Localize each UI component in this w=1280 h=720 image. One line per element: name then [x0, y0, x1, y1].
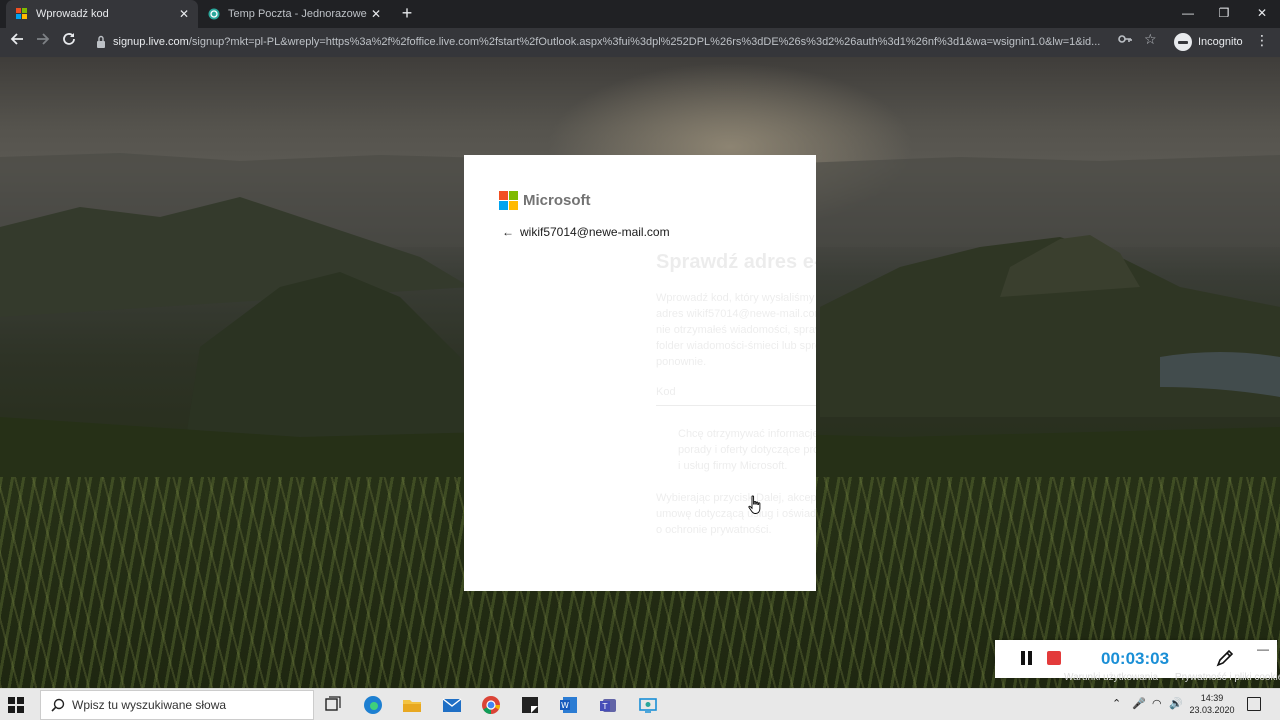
sticky-notes-icon[interactable] — [518, 693, 542, 717]
edge-icon[interactable] — [361, 693, 385, 717]
pause-button[interactable] — [1021, 651, 1033, 665]
lock-icon — [97, 35, 105, 48]
arrow-right-icon — [37, 33, 50, 45]
windows-start-icon[interactable] — [8, 697, 24, 713]
bookmark-star-icon[interactable]: ☆ — [1144, 31, 1157, 48]
task-view-icon[interactable] — [321, 693, 345, 717]
pen-icon[interactable] — [1215, 648, 1235, 668]
sliding-panel: Sprawdź adres e-mail Wprowadź kod, który… — [656, 251, 816, 538]
reload-button[interactable] — [58, 32, 80, 52]
search-icon — [51, 698, 65, 712]
panel-title: Sprawdź adres e-mail — [656, 251, 816, 273]
word-icon[interactable]: W — [557, 693, 581, 717]
microsoft-icon — [499, 191, 518, 210]
teams-icon[interactable]: T — [597, 693, 621, 717]
marketing-checkbox[interactable]: Chcę otrzymywać informacje, porady i ofe… — [656, 426, 816, 474]
tab-wprowadz-kod[interactable]: Wprowadź kod ✕ — [6, 0, 198, 28]
screen-recorder-icon[interactable] — [636, 693, 660, 717]
incognito-icon — [1174, 33, 1192, 51]
chevron-up-icon[interactable]: ⌃ — [1112, 697, 1121, 710]
recorder-minimize-button[interactable]: — — [1257, 642, 1269, 656]
url-host: signup.live.com — [113, 36, 189, 48]
svg-text:W: W — [561, 701, 569, 710]
privacy-link[interactable]: Prywatność i pliki cookie — [1175, 672, 1280, 683]
menu-icon[interactable]: ⋮ — [1254, 32, 1270, 49]
clock-date: 23.03.2020 — [1189, 705, 1235, 715]
url-path: /signup?mkt=pl-PL&wreply=https%3a%2f%2fo… — [188, 36, 1101, 48]
tab-title: Wprowadź kod — [36, 8, 109, 20]
code-input[interactable]: Kod — [656, 386, 816, 406]
network-icon[interactable]: ◠ — [1152, 697, 1162, 710]
recording-timer: 00:03:03 — [1101, 649, 1170, 668]
mail-icon[interactable] — [440, 693, 464, 717]
taskbar-search[interactable]: Wpisz tu wyszukiwane słowa — [40, 690, 314, 720]
terms-link[interactable]: Warunki użytkowania — [1064, 672, 1158, 683]
incognito-label: Incognito — [1198, 36, 1243, 48]
svg-text:T: T — [602, 702, 608, 711]
microphone-icon[interactable]: 🎤 — [1132, 697, 1146, 710]
search-placeholder: Wpisz tu wyszukiwane słowa — [72, 698, 227, 712]
stop-button[interactable] — [1047, 651, 1061, 665]
back-arrow-icon[interactable]: ← — [502, 225, 516, 239]
minimize-button[interactable]: — — [1170, 0, 1206, 28]
new-tab-button[interactable]: + — [398, 4, 416, 22]
windows-taskbar: Wpisz tu wyszukiwane słowa W T ⌃ 🎤 ◠ 🔊 1… — [0, 688, 1280, 720]
signup-card: Microsoft ← wikif57014@newe-mail.com Spr… — [464, 155, 816, 591]
terms-note: Wybierając przycisk Dalej, akceptujesz u… — [656, 492, 816, 536]
close-tab-icon[interactable]: ✕ — [179, 7, 189, 21]
back-button[interactable] — [6, 32, 28, 52]
notifications-icon[interactable] — [1247, 697, 1261, 711]
identity-banner[interactable]: ← wikif57014@newe-mail.com — [502, 225, 670, 239]
file-explorer-icon[interactable] — [400, 693, 424, 717]
tab-title: Temp Poczta - Jednorazowe tymc — [228, 8, 368, 20]
temp-mail-icon — [208, 8, 220, 20]
key-icon[interactable] — [1118, 32, 1132, 49]
microsoft-icon — [16, 8, 28, 20]
page-footer: Warunki użytkowania Prywatność i pliki c… — [1064, 672, 1280, 683]
reload-icon — [63, 33, 75, 45]
incognito-indicator[interactable]: Incognito — [1174, 31, 1243, 53]
speaker-icon[interactable]: 🔊 — [1169, 697, 1183, 710]
close-tab-icon[interactable]: ✕ — [371, 7, 381, 21]
browser-toolbar: signup.live.com/signup?mkt=pl-PL&wreply=… — [0, 28, 1280, 57]
arrow-left-icon — [10, 33, 23, 45]
brand-wordmark: Microsoft — [523, 192, 591, 209]
page-viewport: Microsoft ← wikif57014@newe-mail.com Spr… — [0, 57, 1280, 688]
forward-button[interactable] — [32, 32, 54, 52]
chrome-icon[interactable] — [479, 693, 503, 717]
maximize-button[interactable]: ❐ — [1206, 0, 1242, 28]
close-window-button[interactable]: ✕ — [1244, 0, 1280, 28]
address-bar[interactable]: signup.live.com/signup?mkt=pl-PL&wreply=… — [90, 31, 1160, 53]
identity-email: wikif57014@newe-mail.com — [520, 225, 670, 239]
clock-time: 14:39 — [1200, 693, 1224, 703]
tab-temp-poczta[interactable]: Temp Poczta - Jednorazowe tymc ✕ — [198, 0, 390, 28]
url-text: signup.live.com/signup?mkt=pl-PL&wreply=… — [113, 31, 1113, 53]
taskbar-clock[interactable]: 14:39 23.03.2020 — [1188, 692, 1236, 716]
panel-description: Wprowadź kod, który wysłaliśmy na adres … — [656, 292, 816, 368]
microsoft-logo: Microsoft — [499, 191, 591, 210]
browser-tab-bar: Wprowadź kod ✕ Temp Poczta - Jednorazowe… — [0, 0, 1280, 28]
hand-cursor-icon — [748, 495, 761, 514]
